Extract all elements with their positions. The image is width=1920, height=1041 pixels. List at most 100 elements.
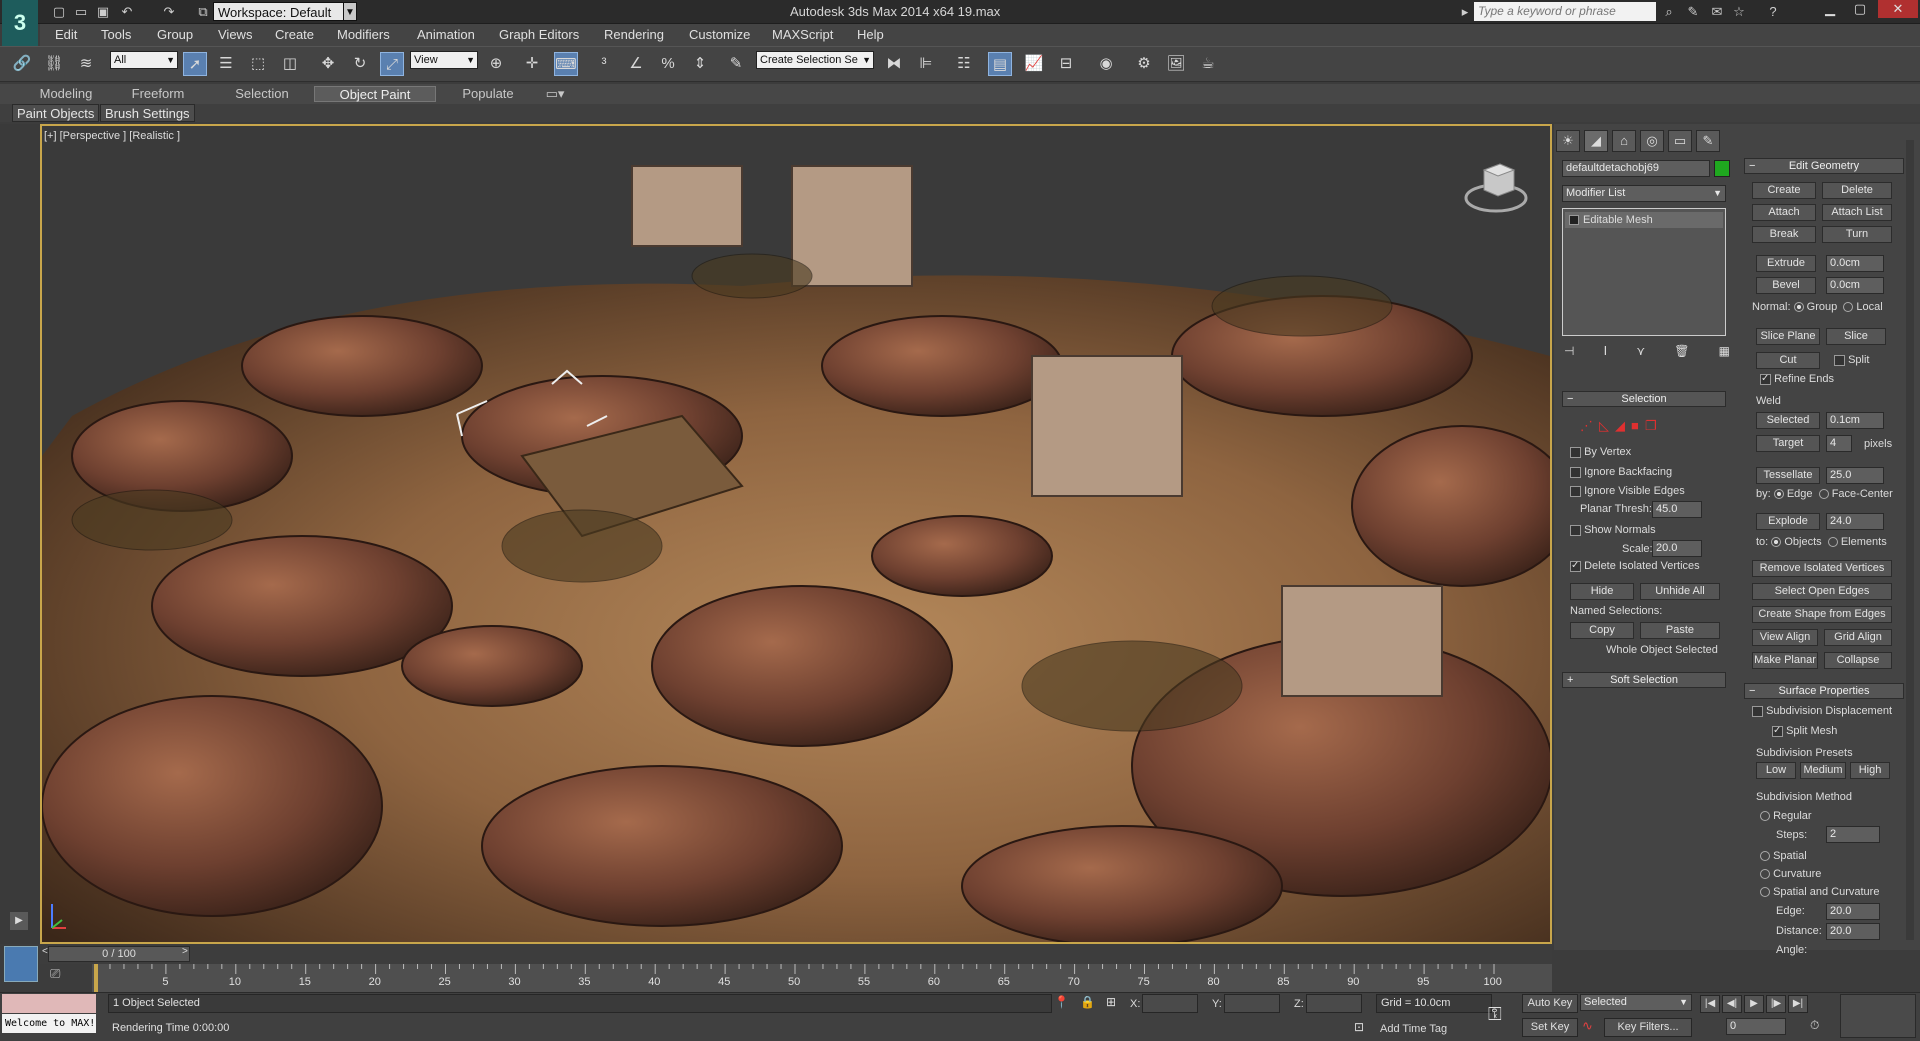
track-bar-toggle-icon[interactable]: ⎚ — [50, 966, 70, 986]
key-filters-button[interactable]: Key Filters... — [1604, 1018, 1692, 1037]
rotate-icon[interactable]: ↻ — [348, 52, 372, 76]
show-normals-option[interactable]: Show Normals — [1570, 524, 1656, 536]
bind-space-warp-icon[interactable]: ≋ — [74, 52, 98, 76]
edit-named-selection-icon[interactable]: ✎ — [724, 52, 748, 76]
create-tab-icon[interactable]: ☀ — [1556, 130, 1580, 152]
remove-modifier-icon[interactable]: 🗑 — [1674, 344, 1689, 362]
spatial-option[interactable]: Spatial — [1760, 850, 1807, 862]
tab-populate[interactable]: Populate — [448, 86, 528, 102]
favorites-star-icon[interactable]: ☆ — [1730, 3, 1748, 21]
elements-radio[interactable] — [1827, 537, 1838, 548]
move-icon[interactable]: ✥ — [316, 52, 340, 76]
spinner-snap-icon[interactable]: ⇕ — [688, 52, 712, 76]
slice-button[interactable]: Slice — [1826, 328, 1886, 345]
extrude-spinner[interactable]: 0.0cm — [1826, 255, 1884, 272]
menu-rendering[interactable]: Rendering — [604, 24, 664, 46]
previous-frame-icon[interactable]: ◀| — [1722, 995, 1742, 1013]
close-icon[interactable]: ✕ — [1878, 0, 1918, 18]
redo-icon[interactable]: ↷ — [160, 3, 178, 21]
graphite-ribbon-icon[interactable]: ▤ — [988, 52, 1012, 76]
angle-snap-icon[interactable]: ∠ — [624, 52, 648, 76]
normals-scale-spinner[interactable]: 20.0 — [1652, 540, 1702, 557]
view-align-button[interactable]: View Align — [1752, 629, 1818, 646]
pin-stack-icon[interactable]: ⊣ — [1564, 344, 1574, 362]
current-frame-marker[interactable] — [94, 964, 98, 992]
render-setup-icon[interactable]: ⚙ — [1132, 52, 1156, 76]
attach-list-button[interactable]: Attach List — [1822, 204, 1892, 221]
selection-lock-icon[interactable]: 🔒 — [1080, 995, 1095, 1013]
undo-icon[interactable]: ↶ — [118, 3, 136, 21]
menu-tools[interactable]: Tools — [101, 24, 131, 46]
surface-properties-rollout-header[interactable]: − Surface Properties — [1744, 683, 1904, 699]
spatial-and-curvature-option[interactable]: Spatial and Curvature — [1760, 886, 1879, 898]
spatial-and-curvature-radio[interactable] — [1760, 887, 1770, 898]
menu-views[interactable]: Views — [218, 24, 252, 46]
add-time-tag-button[interactable]: Add Time Tag — [1380, 1023, 1447, 1035]
select-manipulate-icon[interactable]: ✛ — [520, 52, 544, 76]
open-file-icon[interactable]: ▭ — [72, 3, 90, 21]
stack-item-editable-mesh[interactable]: Editable Mesh — [1565, 212, 1723, 228]
go-to-start-icon[interactable]: |◀ — [1700, 995, 1720, 1013]
selection-rollout-header[interactable]: − Selection — [1562, 391, 1726, 407]
perspective-viewport[interactable] — [40, 124, 1552, 944]
by-vertex-option[interactable]: By Vertex — [1570, 446, 1631, 458]
window-crossing-icon[interactable]: ◫ — [278, 52, 302, 76]
tab-modeling[interactable]: Modeling — [26, 86, 106, 102]
project-folder-icon[interactable]: ⧉ — [194, 3, 212, 21]
select-by-name-icon[interactable]: ☰ — [214, 52, 238, 76]
viewport-label[interactable]: [+] [Perspective ] [Realistic ] — [44, 130, 180, 142]
hide-button[interactable]: Hide — [1570, 583, 1634, 600]
viewport-navigation-controls[interactable] — [1840, 994, 1916, 1038]
regular-option[interactable]: Regular — [1760, 810, 1812, 822]
edge-spinner[interactable]: 20.0 — [1826, 903, 1880, 920]
layer-manager-icon[interactable]: ☷ — [952, 52, 976, 76]
absolute-mode-icon[interactable]: ⊞ — [1106, 995, 1122, 1013]
help-icon[interactable]: ? — [1764, 3, 1782, 21]
binoculars-icon[interactable]: ⌕ — [1660, 3, 1678, 21]
preset-low-button[interactable]: Low — [1756, 762, 1796, 779]
minimize-icon[interactable]: ▁ — [1816, 0, 1844, 18]
select-open-edges-button[interactable]: Select Open Edges — [1752, 583, 1892, 600]
soft-selection-rollout-header[interactable]: + Soft Selection — [1562, 672, 1726, 688]
spatial-radio[interactable] — [1760, 851, 1770, 862]
percent-snap-icon[interactable]: % — [656, 52, 680, 76]
ignore-backfacing-checkbox[interactable] — [1570, 466, 1581, 478]
delete-button[interactable]: Delete — [1822, 182, 1892, 199]
delete-isolated-checkbox[interactable] — [1570, 560, 1581, 572]
key-mode-dropdown[interactable]: Selected ▼ — [1580, 994, 1692, 1011]
refine-ends-option[interactable]: Refine Ends — [1760, 373, 1834, 385]
split-mesh-checkbox[interactable] — [1772, 725, 1783, 737]
mirror-icon[interactable]: ⧓ — [882, 52, 906, 76]
make-unique-icon[interactable]: ⋎ — [1636, 344, 1645, 362]
new-file-icon[interactable]: ▢ — [50, 3, 68, 21]
workspace-dropdown[interactable]: Workspace: Default — [213, 2, 356, 21]
copy-button[interactable]: Copy — [1570, 622, 1634, 639]
x-coordinate-field[interactable] — [1142, 994, 1198, 1013]
grid-align-button[interactable]: Grid Align — [1824, 629, 1892, 646]
cut-button[interactable]: Cut — [1756, 352, 1820, 369]
panel-brush-settings[interactable]: Brush Settings — [100, 104, 195, 122]
preset-medium-button[interactable]: Medium — [1800, 762, 1846, 779]
subdivision-displacement-checkbox[interactable] — [1752, 705, 1763, 717]
weld-threshold-spinner[interactable]: 0.1cm — [1826, 412, 1884, 429]
material-editor-icon[interactable]: ◉ — [1094, 52, 1118, 76]
y-coordinate-field[interactable] — [1224, 994, 1280, 1013]
make-planar-button[interactable]: Make Planar — [1752, 652, 1818, 669]
break-button[interactable]: Break — [1752, 226, 1816, 243]
time-slider[interactable]: 0 / 100 — [48, 946, 190, 962]
unhide-all-button[interactable]: Unhide All — [1640, 583, 1720, 600]
time-configuration-icon[interactable]: ⏱ — [1810, 1018, 1830, 1037]
bevel-spinner[interactable]: 0.0cm — [1826, 277, 1884, 294]
menu-edit[interactable]: Edit — [55, 24, 77, 46]
rendered-frame-window-icon[interactable]: 🖼 — [1164, 52, 1188, 76]
distance-spinner[interactable]: 20.0 — [1826, 923, 1880, 940]
app-logo-icon[interactable]: 3 — [2, 0, 38, 46]
refine-ends-checkbox[interactable] — [1760, 373, 1771, 385]
z-coordinate-field[interactable] — [1306, 994, 1362, 1013]
named-selection-sets-dropdown[interactable]: Create Selection Se ▼ — [756, 51, 874, 69]
menu-modifiers[interactable]: Modifiers — [337, 24, 390, 46]
delete-isolated-option[interactable]: Delete Isolated Vertices — [1570, 560, 1700, 572]
tab-object-paint[interactable]: Object Paint — [314, 86, 436, 102]
menu-animation[interactable]: Animation — [417, 24, 475, 46]
slice-plane-button[interactable]: Slice Plane — [1756, 328, 1820, 345]
